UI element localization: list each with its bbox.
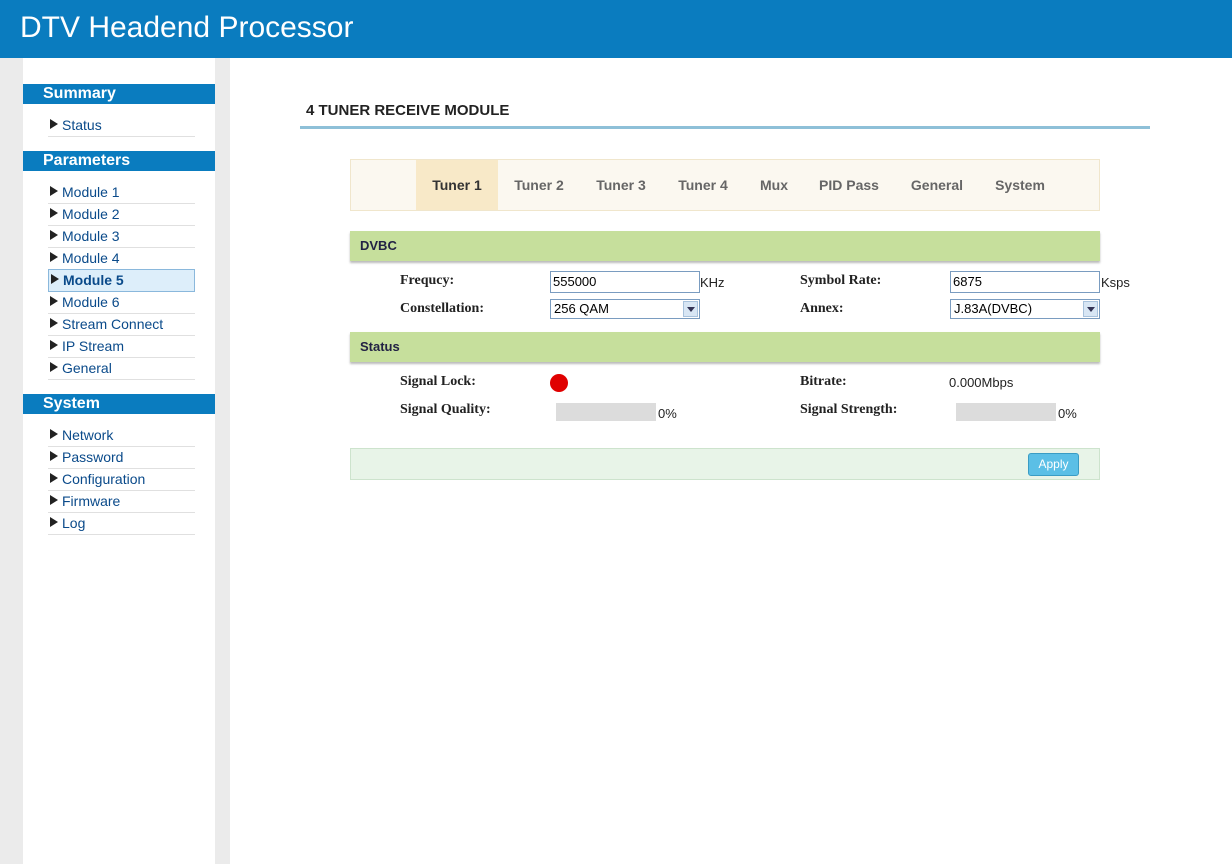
triangle-right-icon [50, 230, 58, 240]
triangle-right-icon [50, 495, 58, 505]
sidebar-item-configuration[interactable]: Configuration [48, 469, 195, 491]
title-divider [300, 126, 1150, 129]
chevron-down-icon[interactable] [683, 301, 698, 317]
triangle-right-icon [50, 119, 58, 129]
tab-system[interactable]: System [980, 160, 1060, 210]
annex-label: Annex: [800, 301, 844, 316]
sidebar-section-system: System [23, 394, 215, 414]
symbol-rate-label: Symbol Rate: [800, 273, 882, 288]
tab-tuner-1[interactable]: Tuner 1 [416, 160, 498, 210]
tab-pid-pass[interactable]: PID Pass [804, 160, 894, 210]
sidebar-item-label: Module 3 [62, 228, 120, 244]
triangle-right-icon [50, 318, 58, 328]
main-content: 4 TUNER RECEIVE MODULE Tuner 1 Tuner 2 T… [230, 58, 1232, 864]
sidebar-item-stream-connect[interactable]: Stream Connect [48, 314, 195, 336]
page-title: 4 TUNER RECEIVE MODULE [306, 102, 510, 119]
sidebar-item-module-6[interactable]: Module 6 [48, 292, 195, 314]
constellation-label: Constellation: [400, 301, 484, 316]
signal-strength-value: 0% [1058, 406, 1077, 421]
dvbc-panel-header: DVBC [350, 231, 1100, 261]
sidebar-item-label: Stream Connect [62, 316, 164, 332]
signal-quality-bar [556, 403, 656, 421]
apply-button[interactable]: Apply [1028, 453, 1079, 476]
chevron-down-icon[interactable] [1083, 301, 1098, 317]
sidebar-item-label: Network [62, 427, 114, 443]
sidebar-item-module-1[interactable]: Module 1 [48, 182, 195, 204]
sidebar-section-summary: Summary [23, 84, 215, 104]
sidebar-item-firmware[interactable]: Firmware [48, 491, 195, 513]
sidebar-item-module-5[interactable]: Module 5 [48, 269, 195, 292]
sidebar-item-password[interactable]: Password [48, 447, 195, 469]
frequency-unit: KHz [700, 275, 725, 290]
action-bar: Apply [350, 448, 1100, 480]
triangle-right-icon [50, 340, 58, 350]
symbol-rate-unit: Ksps [1101, 275, 1130, 290]
status-panel-header: Status [350, 332, 1100, 362]
triangle-right-icon [51, 274, 59, 284]
tab-tuner-3[interactable]: Tuner 3 [580, 160, 662, 210]
sidebar-item-label: Log [62, 515, 86, 531]
signal-quality-value: 0% [658, 406, 677, 421]
sidebar-item-label: Module 4 [62, 250, 120, 266]
sidebar-item-label: Module 6 [62, 294, 120, 310]
symbol-rate-input[interactable]: 6875 [950, 271, 1100, 293]
sidebar-item-label: Status [62, 117, 102, 133]
sidebar-item-label: Password [62, 449, 124, 465]
tab-tuner-4[interactable]: Tuner 4 [662, 160, 744, 210]
tab-tuner-2[interactable]: Tuner 2 [498, 160, 580, 210]
app-header: DTV Headend Processor [0, 0, 1232, 58]
sidebar: Summary Status Parameters Module 1 Modul… [23, 58, 215, 864]
constellation-select[interactable]: 256 QAM [550, 299, 700, 319]
triangle-right-icon [50, 517, 58, 527]
constellation-selected-value: 256 QAM [554, 301, 609, 316]
sidebar-item-log[interactable]: Log [48, 513, 195, 535]
signal-quality-label: Signal Quality: [400, 402, 491, 417]
signal-lock-indicator [550, 374, 568, 392]
bitrate-value: 0.000Mbps [949, 375, 1014, 390]
frequency-input[interactable]: 555000 [550, 271, 700, 293]
annex-select[interactable]: J.83A(DVBC) [950, 299, 1100, 319]
frequency-label: Frequcy: [400, 273, 455, 288]
sidebar-item-module-2[interactable]: Module 2 [48, 204, 195, 226]
sidebar-item-label: Module 2 [62, 206, 120, 222]
signal-strength-label: Signal Strength: [800, 402, 898, 417]
sidebar-item-general[interactable]: General [48, 358, 195, 380]
sidebar-item-ip-stream[interactable]: IP Stream [48, 336, 195, 358]
bitrate-label: Bitrate: [800, 374, 847, 389]
triangle-right-icon [50, 451, 58, 461]
tab-mux[interactable]: Mux [744, 160, 804, 210]
sidebar-item-label: Configuration [62, 471, 146, 487]
sidebar-item-module-4[interactable]: Module 4 [48, 248, 195, 270]
sidebar-item-label: Module 5 [63, 272, 124, 288]
triangle-right-icon [50, 296, 58, 306]
app-title: DTV Headend Processor [20, 11, 354, 44]
triangle-right-icon [50, 473, 58, 483]
sidebar-item-network[interactable]: Network [48, 425, 195, 447]
sidebar-section-parameters: Parameters [23, 151, 215, 171]
sidebar-item-label: Module 1 [62, 184, 120, 200]
tab-bar: Tuner 1 Tuner 2 Tuner 3 Tuner 4 Mux PID … [350, 159, 1100, 211]
sidebar-item-label: Firmware [62, 493, 121, 509]
triangle-right-icon [50, 208, 58, 218]
sidebar-item-status[interactable]: Status [48, 115, 195, 137]
triangle-right-icon [50, 252, 58, 262]
signal-strength-bar [956, 403, 1056, 421]
annex-selected-value: J.83A(DVBC) [954, 301, 1033, 316]
sidebar-item-label: IP Stream [62, 338, 124, 354]
triangle-right-icon [50, 429, 58, 439]
signal-lock-label: Signal Lock: [400, 374, 476, 389]
tab-general[interactable]: General [894, 160, 980, 210]
triangle-right-icon [50, 186, 58, 196]
sidebar-item-label: General [62, 360, 112, 376]
sidebar-item-module-3[interactable]: Module 3 [48, 226, 195, 248]
triangle-right-icon [50, 362, 58, 372]
